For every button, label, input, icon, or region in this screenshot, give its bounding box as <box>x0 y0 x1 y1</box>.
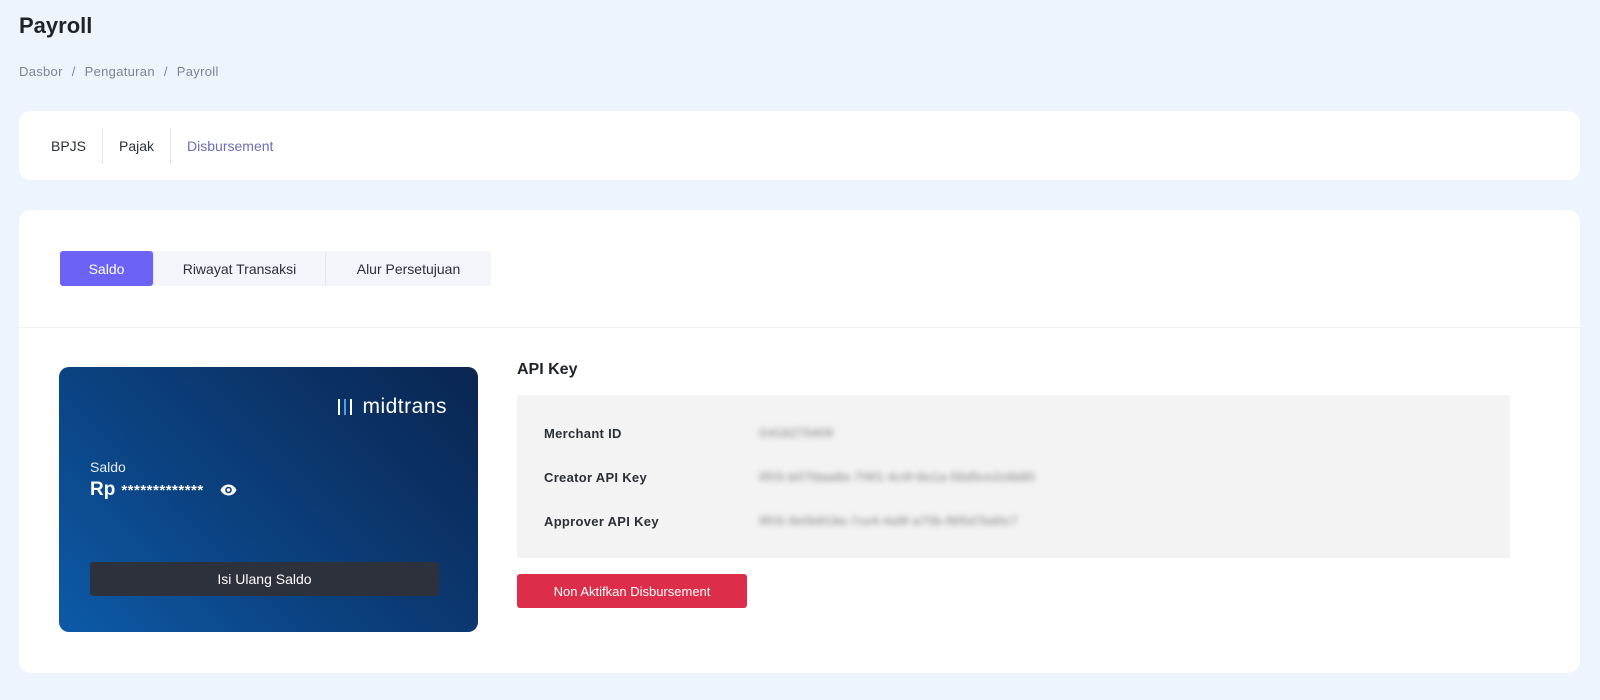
subtab-alur-persetujuan[interactable]: Alur Persetujuan <box>325 251 491 286</box>
topup-balance-button[interactable]: Isi Ulang Saldo <box>90 562 439 596</box>
api-row-value: IRIS-b07fdaa8e-7f4f1-4c4f-8e1a-56d5ce2c6… <box>759 470 1036 484</box>
midtrans-brand-name: midtrans <box>362 395 447 418</box>
api-row-creator-api-key: Creator API Key IRIS-b07fdaa8e-7f4f1-4c4… <box>544 467 1035 487</box>
breadcrumb-separator: / <box>71 64 76 79</box>
breadcrumb-item-dasbor[interactable]: Dasbor <box>19 64 63 79</box>
breadcrumb-separator: / <box>163 64 168 79</box>
currency-label: Rp <box>90 479 116 500</box>
api-key-title: API Key <box>517 361 578 378</box>
breadcrumb-item-pengaturan[interactable]: Pengaturan <box>85 64 155 79</box>
deactivate-disbursement-button[interactable]: Non Aktifkan Disbursement <box>517 574 747 608</box>
subtab-saldo[interactable]: Saldo <box>60 251 153 286</box>
disbursement-panel: Saldo Riwayat Transaksi Alur Persetujuan… <box>19 210 1580 673</box>
api-row-value: IRIS-9e0b919a-7ce4-4a9f-a70b-f6f5d7bd0c7 <box>759 514 1018 528</box>
subtab-riwayat-transaksi[interactable]: Riwayat Transaksi <box>153 251 325 286</box>
eye-icon[interactable] <box>220 484 237 496</box>
api-row-value: G418275409 <box>759 426 834 440</box>
section-divider <box>19 327 1580 328</box>
settings-tabs: BPJS Pajak Disbursement <box>19 111 1580 180</box>
balance-card: midtrans Saldo Rp ************* Isi Ulan… <box>59 367 478 632</box>
midtrans-logo: midtrans <box>338 395 447 419</box>
tab-pajak[interactable]: Pajak <box>102 127 170 164</box>
api-row-approver-api-key: Approver API Key IRIS-9e0b919a-7ce4-4a9f… <box>544 511 1018 531</box>
balance-label: Saldo <box>90 459 126 475</box>
api-row-merchant-id: Merchant ID G418275409 <box>544 423 833 443</box>
api-row-label: Approver API Key <box>544 513 659 529</box>
api-key-box: Merchant ID G418275409 Creator API Key I… <box>517 395 1510 558</box>
balance-amount: Rp ************* <box>90 479 237 501</box>
masked-balance: ************* <box>121 481 204 499</box>
breadcrumb-item-payroll: Payroll <box>176 64 219 79</box>
disbursement-subtabs: Saldo Riwayat Transaksi Alur Persetujuan <box>60 251 491 286</box>
midtrans-logo-icon <box>338 399 353 415</box>
breadcrumb: Dasbor / Pengaturan / Payroll <box>19 64 219 79</box>
api-row-label: Creator API Key <box>544 469 647 485</box>
tab-disbursement[interactable]: Disbursement <box>170 127 289 164</box>
api-row-label: Merchant ID <box>544 425 622 441</box>
tab-bpjs[interactable]: BPJS <box>35 128 102 164</box>
page-title: Payroll <box>19 13 93 38</box>
